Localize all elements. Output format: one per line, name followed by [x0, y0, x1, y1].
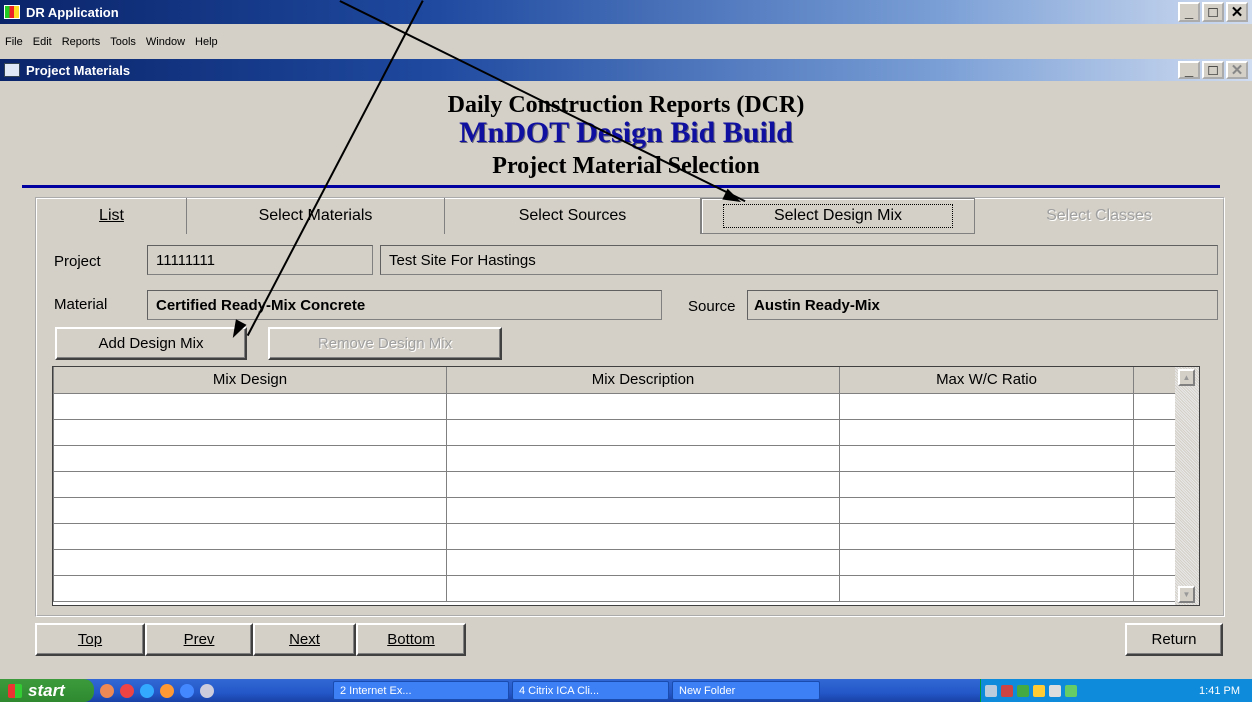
table-row[interactable] [53, 496, 1177, 524]
child-title: Project Materials [26, 62, 131, 78]
header-program: MnDOT Design Bid Build [459, 116, 793, 149]
tab-select-design-mix[interactable]: Select Design Mix [701, 198, 975, 234]
header-divider [22, 185, 1220, 188]
project-name-field: Test Site For Hastings [380, 245, 1218, 275]
browser-icon[interactable] [100, 683, 114, 698]
header-title: Daily Construction Reports (DCR) [447, 92, 805, 118]
prev-button[interactable]: Prev [145, 623, 253, 656]
tab-select-sources[interactable]: Select Sources [445, 198, 701, 234]
col-mix-description[interactable]: Mix Description [446, 367, 840, 394]
child-restore-button[interactable]: □ [1202, 61, 1224, 79]
project-id-field: 11111111 [147, 245, 373, 275]
window-icon [4, 63, 20, 77]
col-blank [1133, 367, 1177, 394]
col-max-wc-ratio[interactable]: Max W/C Ratio [839, 367, 1134, 394]
app-title: DR Application [26, 4, 119, 20]
menu-help[interactable]: Help [190, 36, 223, 54]
close-button[interactable]: ✕ [1226, 2, 1248, 22]
app-title-bar[interactable]: DR Application _ □ ✕ [0, 0, 1252, 24]
child-close-button[interactable]: ✕ [1226, 61, 1248, 79]
menu-tools[interactable]: Tools [105, 36, 141, 54]
header-subtitle: Project Material Selection [492, 153, 760, 179]
cursor-icon[interactable] [200, 683, 214, 698]
col-mix-design[interactable]: Mix Design [53, 367, 447, 394]
tab-strip: List Select Materials Select Sources Sel… [37, 198, 1223, 234]
scroll-up-icon[interactable]: ▲ [1178, 369, 1195, 386]
add-design-mix-button[interactable]: Add Design Mix [55, 327, 247, 360]
tray-icon[interactable] [1001, 684, 1013, 697]
table-row[interactable] [53, 418, 1177, 446]
top-button[interactable]: Top [35, 623, 145, 656]
tray-icon[interactable] [1049, 684, 1061, 697]
tray-icon[interactable] [1017, 684, 1029, 697]
project-label: Project [54, 253, 101, 270]
child-minimize-button[interactable]: _ [1178, 61, 1200, 79]
clock[interactable]: 1:41 PM [1199, 685, 1240, 697]
ie-icon[interactable] [140, 683, 154, 698]
menu-bar: File Edit Reports Tools Window Help [0, 36, 1252, 54]
app-icon[interactable] [180, 683, 194, 698]
tray-icon[interactable] [1033, 684, 1045, 697]
quicklaunch-icon[interactable] [120, 683, 134, 698]
source-label: Source [688, 298, 736, 315]
wifi-icon[interactable] [1065, 684, 1077, 697]
menu-edit[interactable]: Edit [28, 36, 57, 54]
material-field: Certified Ready-Mix Concrete [147, 290, 662, 320]
menu-file[interactable]: File [0, 36, 28, 54]
tab-select-classes[interactable]: Select Classes [975, 198, 1223, 234]
table-row[interactable] [53, 522, 1177, 550]
restore-button[interactable]: □ [1202, 2, 1224, 22]
tab-list[interactable]: List [37, 198, 187, 234]
vertical-scrollbar[interactable]: ▲ ▼ [1175, 367, 1199, 605]
table-row[interactable] [53, 574, 1177, 602]
taskbar-item-citrix[interactable]: 4 Citrix ICA Cli... [512, 681, 669, 700]
folder-icon[interactable] [160, 683, 174, 698]
next-button[interactable]: Next [253, 623, 356, 656]
child-title-bar[interactable]: Project Materials _ □ ✕ [0, 59, 1252, 81]
material-label: Material [54, 296, 108, 313]
taskbar-item-internet-explorer[interactable]: 2 Internet Ex... [333, 681, 509, 700]
return-button[interactable]: Return [1125, 623, 1223, 656]
minimize-button[interactable]: _ [1178, 2, 1200, 22]
menu-reports[interactable]: Reports [57, 36, 106, 54]
design-mix-grid[interactable]: Mix Design Mix Description Max W/C Ratio… [52, 366, 1200, 606]
menu-window[interactable]: Window [141, 36, 190, 54]
system-tray: 1:41 PM [980, 679, 1252, 702]
start-button[interactable]: start [0, 679, 94, 702]
remove-design-mix-button[interactable]: Remove Design Mix [268, 327, 502, 360]
taskbar: start 2 Internet Ex... 4 Citrix ICA Cli.… [0, 679, 1252, 702]
windows-logo-icon [8, 683, 22, 698]
table-row[interactable] [53, 548, 1177, 576]
table-row[interactable] [53, 470, 1177, 498]
source-field: Austin Ready-Mix [747, 290, 1218, 320]
table-row[interactable] [53, 392, 1177, 420]
taskbar-item-new-folder[interactable]: New Folder [672, 681, 820, 700]
scroll-down-icon[interactable]: ▼ [1178, 586, 1195, 603]
bottom-button[interactable]: Bottom [356, 623, 466, 656]
table-row[interactable] [53, 444, 1177, 472]
tray-icon[interactable] [985, 684, 997, 697]
app-icon [4, 5, 20, 19]
